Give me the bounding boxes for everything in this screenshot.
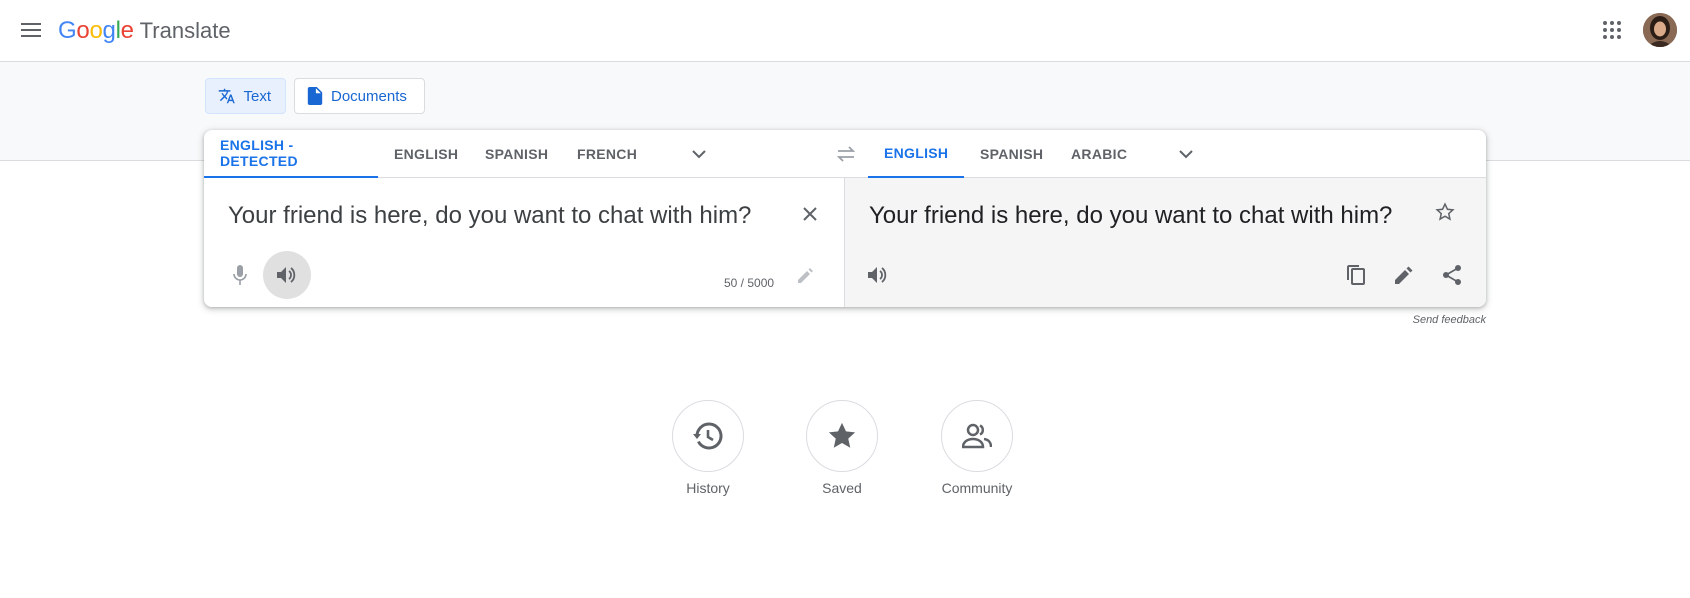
text-mode-label: Text (243, 87, 271, 105)
source-text-input[interactable]: Your friend is here, do you want to chat… (228, 200, 788, 232)
language-bar: ENGLISH - DETECTED ENGLISH SPANISH FRENC… (204, 130, 1486, 178)
save-translation-button[interactable] (1425, 192, 1465, 232)
close-icon (803, 207, 817, 221)
saved-button[interactable] (806, 400, 878, 472)
pencil-icon (1395, 266, 1413, 284)
community-label: Community (941, 480, 1013, 496)
listen-translation-button[interactable] (858, 255, 898, 295)
community-icon (962, 423, 992, 449)
history-label: History (686, 480, 730, 496)
translation-card: ENGLISH - DETECTED ENGLISH SPANISH FRENC… (204, 130, 1486, 307)
top-bar: Google Translate (0, 0, 1690, 62)
source-lang-french[interactable]: FRENCH (561, 130, 653, 178)
main-menu-button[interactable] (14, 12, 48, 48)
copy-translation-button[interactable] (1336, 255, 1376, 295)
target-lang-english[interactable]: ENGLISH (868, 130, 964, 178)
clear-source-button[interactable] (790, 194, 830, 234)
swap-arrows-icon (836, 146, 856, 162)
listen-source-button[interactable] (263, 251, 311, 299)
speaker-icon (277, 267, 296, 283)
source-pane: Your friend is here, do you want to chat… (204, 178, 845, 307)
pencil-icon (798, 268, 813, 283)
google-wordmark: Google (58, 17, 134, 44)
documents-mode-button[interactable]: Documents (294, 78, 425, 114)
menu-icon (21, 23, 41, 37)
saved-shortcut[interactable]: Saved (787, 400, 897, 496)
source-lang-detected[interactable]: ENGLISH - DETECTED (204, 130, 378, 178)
more-target-langs-button[interactable] (1170, 138, 1202, 170)
share-icon (1443, 265, 1461, 285)
copy-icon (1347, 265, 1365, 285)
voice-input-button[interactable] (220, 255, 260, 295)
character-count: 50 / 5000 (724, 276, 775, 290)
history-shortcut[interactable]: History (653, 400, 763, 496)
community-shortcut[interactable]: Community (922, 400, 1032, 496)
share-translation-button[interactable] (1432, 255, 1472, 295)
speaker-icon (868, 267, 887, 283)
more-source-langs-button[interactable] (683, 138, 715, 170)
handwriting-button[interactable] (786, 255, 826, 295)
chevron-down-icon (1179, 149, 1193, 158)
product-name: Translate (139, 18, 231, 43)
swap-languages-button[interactable] (830, 138, 862, 170)
documents-mode-label: Documents (331, 87, 407, 105)
source-lang-spanish[interactable]: SPANISH (469, 130, 564, 178)
apps-grid-icon (1603, 21, 1621, 39)
star-icon (828, 422, 856, 448)
source-lang-english[interactable]: ENGLISH (378, 130, 474, 178)
google-apps-button[interactable] (1594, 12, 1630, 48)
translate-icon (218, 88, 235, 104)
star-outline-icon (1435, 202, 1455, 221)
history-icon (693, 422, 723, 450)
send-feedback-link[interactable]: Send feedback (1380, 314, 1486, 326)
text-mode-button[interactable]: Text (205, 78, 286, 114)
community-button[interactable] (941, 400, 1013, 472)
translated-text: Your friend is here, do you want to chat… (869, 202, 1393, 229)
edit-translation-button[interactable] (1384, 255, 1424, 295)
document-icon (307, 87, 323, 105)
chevron-down-icon (692, 149, 706, 158)
google-translate-logo[interactable]: Google Translate (58, 16, 231, 46)
microphone-icon (233, 265, 247, 285)
target-lang-spanish[interactable]: SPANISH (964, 130, 1059, 178)
target-lang-arabic[interactable]: ARABIC (1055, 130, 1143, 178)
avatar-image (1643, 13, 1677, 47)
history-button[interactable] (672, 400, 744, 472)
target-pane: Your friend is here, do you want to chat… (845, 178, 1486, 307)
saved-label: Saved (822, 480, 862, 496)
account-avatar[interactable] (1643, 13, 1677, 47)
